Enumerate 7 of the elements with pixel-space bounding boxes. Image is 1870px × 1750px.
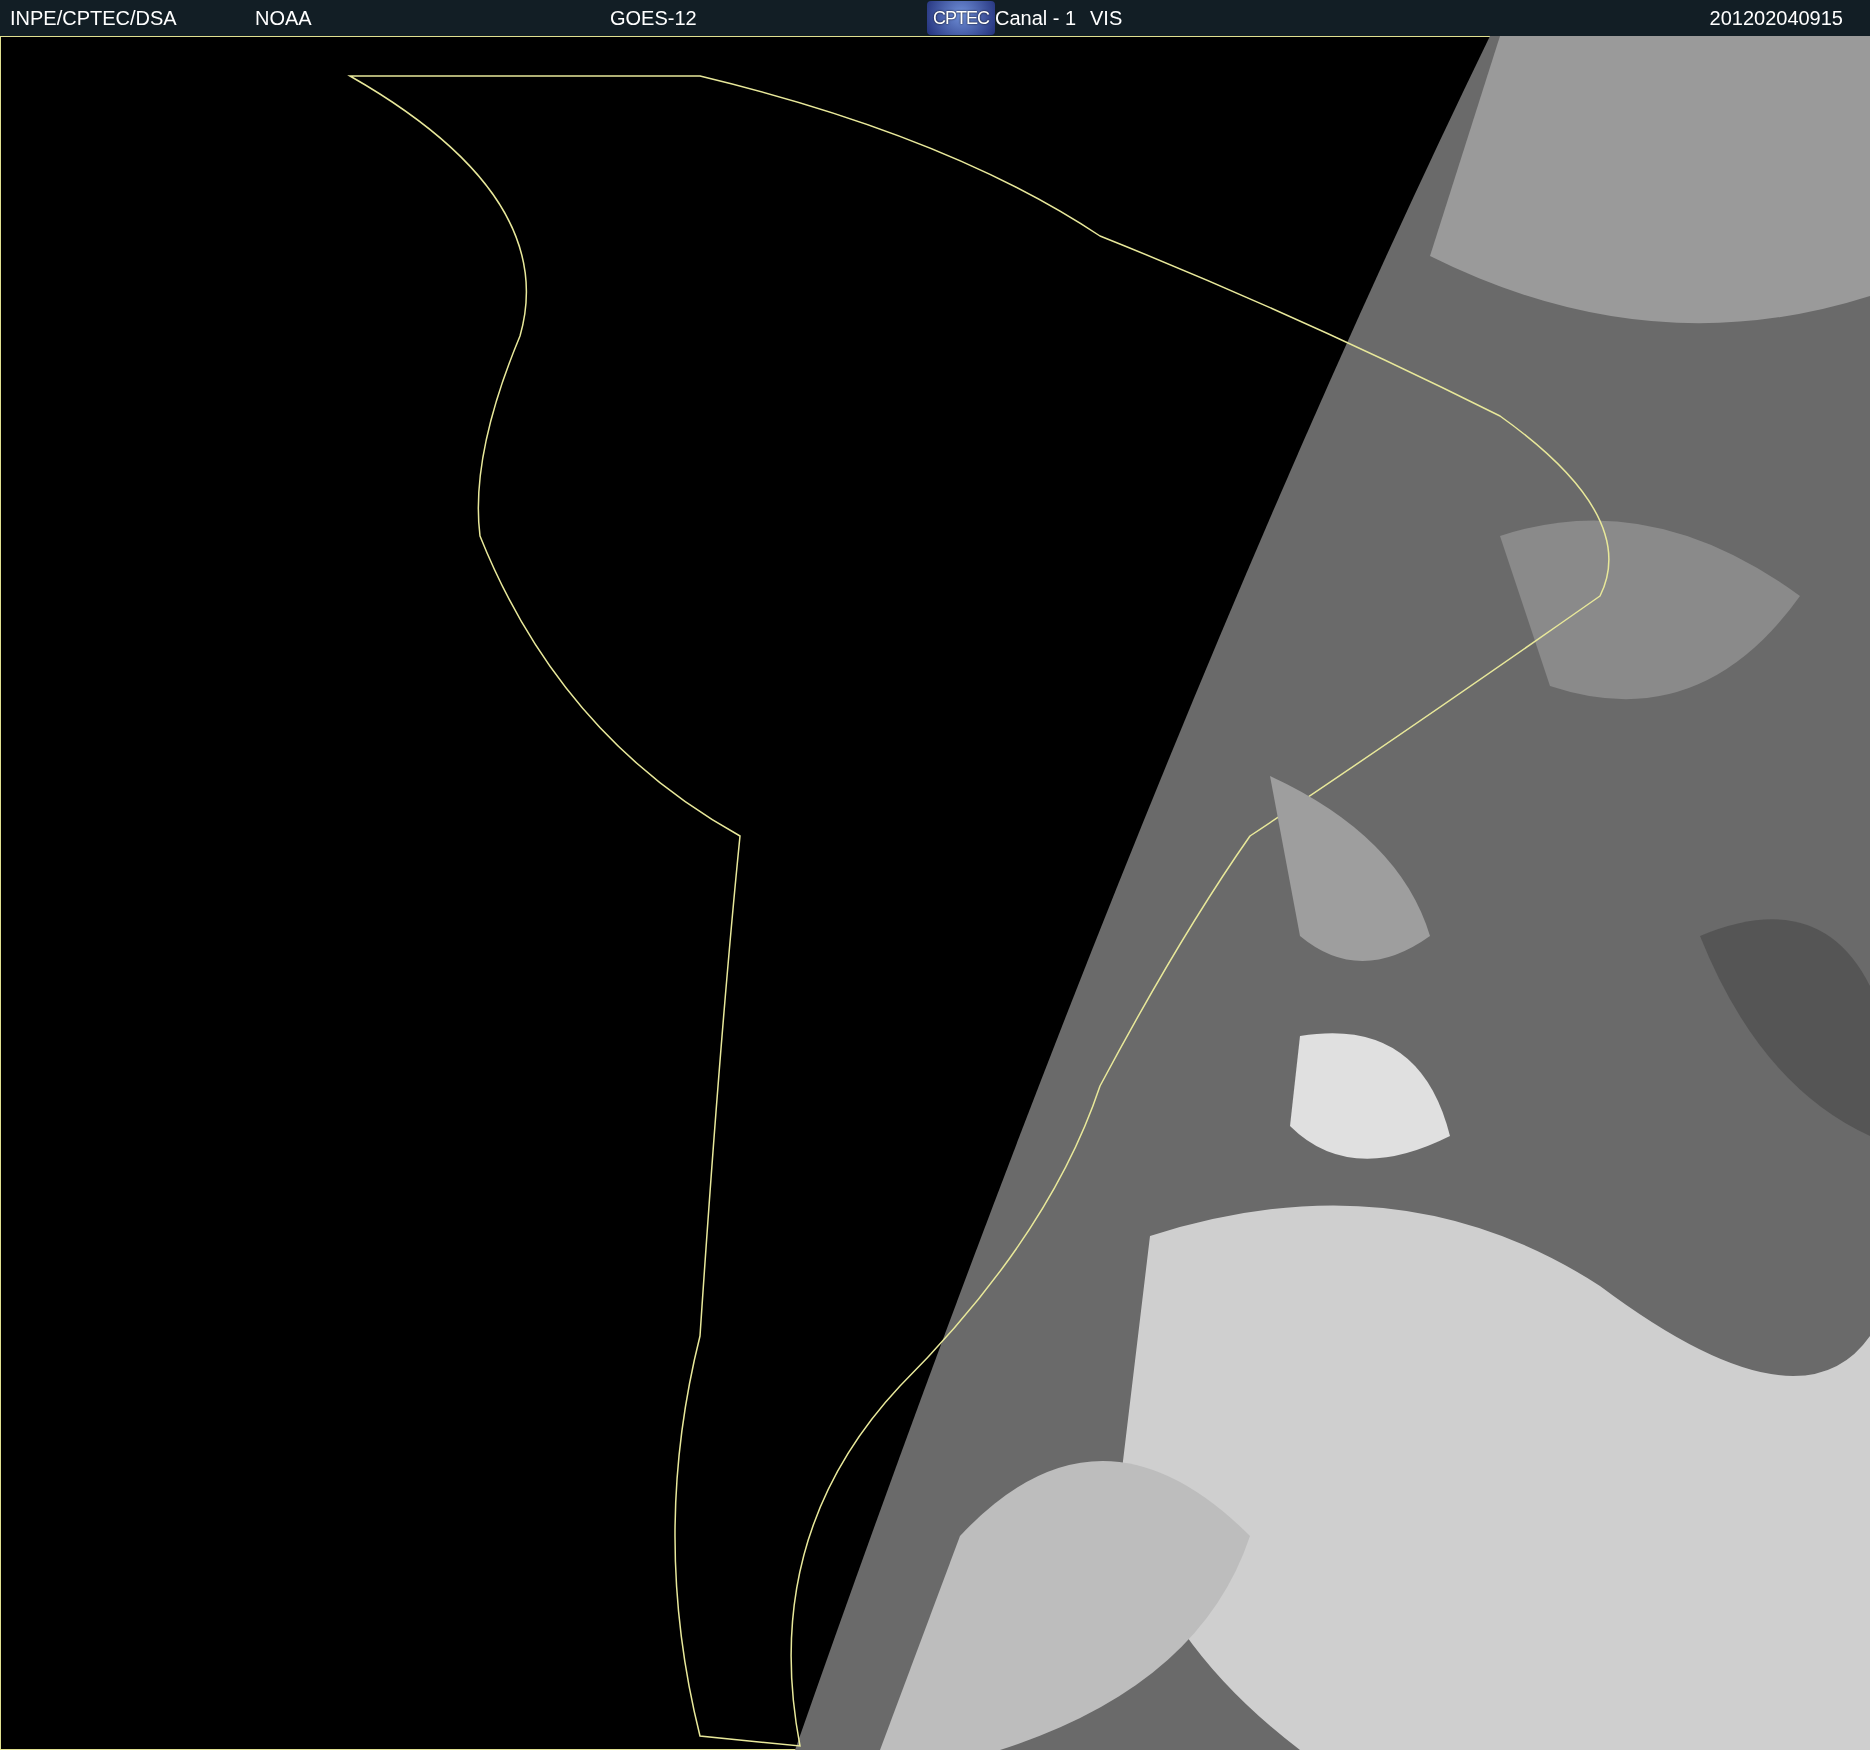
agency-label: NOAA bbox=[255, 6, 313, 30]
logo: CPTEC bbox=[927, 1, 995, 35]
source-label: INPE/CPTEC/DSA bbox=[10, 6, 178, 30]
satellite-label: GOES-12 bbox=[610, 6, 698, 30]
timestamp-label: 201202040915 bbox=[1709, 6, 1844, 30]
channel-label: Canal - 1 bbox=[995, 6, 1078, 30]
band-label: VIS bbox=[1090, 6, 1124, 30]
